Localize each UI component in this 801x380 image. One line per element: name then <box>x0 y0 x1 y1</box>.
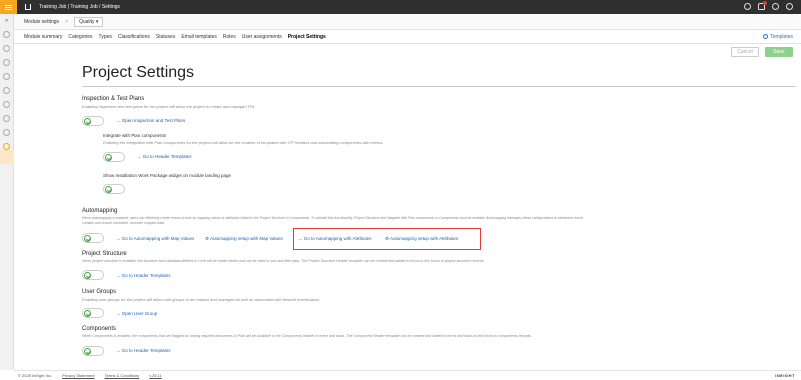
integrate-description: Enabling the integration with Plan compo… <box>103 140 384 145</box>
project-structure-header-templates-link[interactable]: → Go to Header Templates <box>116 273 170 278</box>
toggle-check-icon <box>84 235 91 242</box>
project-structure-description: When project structure is enabled, the s… <box>82 259 485 263</box>
user-avatar-icon[interactable] <box>786 3 793 10</box>
footer: © 2025 InEight Inc. Privacy Statement Te… <box>14 370 801 380</box>
templates-label: Templates <box>770 33 793 40</box>
automapping-toggle[interactable] <box>82 233 104 243</box>
open-itp-link[interactable]: → Open Inspection and Test Plans <box>116 118 185 123</box>
user-groups-description: Enabling user groups for the project wil… <box>82 297 321 302</box>
module-settings-label[interactable]: Module settings <box>24 19 59 25</box>
tab-project-settings[interactable]: Project Settings <box>288 34 326 40</box>
nav-icon-7[interactable] <box>3 115 10 122</box>
integrate-header-templates-link[interactable]: → Go to Header Templates <box>137 154 191 159</box>
quality-dropdown[interactable]: Quality ▾ <box>73 16 104 27</box>
notification-badge <box>763 1 767 5</box>
tab-classifications[interactable]: Classifications <box>118 34 150 40</box>
nav-icon-8[interactable] <box>3 129 10 136</box>
copyright: © 2025 InEight Inc. <box>18 373 53 378</box>
nav-icon-6[interactable] <box>3 101 10 108</box>
templates-link[interactable]: Templates <box>763 34 793 40</box>
top-bar: Training Job | Training Job / Settings <box>0 0 801 14</box>
nav-icon-quality[interactable] <box>3 143 10 150</box>
iwp-heading: Show Installation Work Package widget on… <box>103 173 231 178</box>
tab-categories[interactable]: Categories <box>68 34 92 40</box>
home-icon[interactable] <box>25 4 31 10</box>
project-structure-toggle[interactable] <box>82 270 104 280</box>
toggle-check-icon <box>84 348 91 355</box>
cancel-button[interactable]: Cancel <box>731 47 759 57</box>
help-icon[interactable] <box>744 3 751 10</box>
tab-roles[interactable]: Roles <box>223 34 236 40</box>
tab-module-summary[interactable]: Module summary <box>24 34 62 40</box>
nav-icon-2[interactable] <box>3 45 10 52</box>
toggle-check-icon <box>105 154 112 161</box>
toggle-check-icon <box>84 118 91 125</box>
tab-user-assignments[interactable]: User assignments <box>242 34 282 40</box>
breadcrumb[interactable]: Training Job | Training Job / Settings <box>39 4 120 10</box>
nav-icon-1[interactable] <box>3 31 10 38</box>
automapping-setup-map-values-link[interactable]: ⚙ Automapping setup with Map Values <box>205 236 283 242</box>
toggle-check-icon <box>105 186 112 193</box>
left-sidebar: » <box>0 14 14 370</box>
automapping-heading: Automapping <box>82 208 118 214</box>
components-header-templates-link[interactable]: → Go to Header Templates <box>116 348 170 353</box>
privacy-link[interactable]: Privacy Statement <box>62 373 94 378</box>
quality-label: Quality <box>78 18 95 25</box>
toggle-check-icon <box>84 272 91 279</box>
tab-bar: Module summary Categories Types Classifi… <box>14 30 801 44</box>
expand-sidebar-icon[interactable]: » <box>0 18 13 24</box>
nav-icon-3[interactable] <box>3 59 10 66</box>
highlight-box <box>293 228 481 250</box>
integrate-toggle[interactable] <box>103 152 125 162</box>
settings-icon[interactable] <box>772 3 779 10</box>
terms-link[interactable]: Terms & Conditions <box>105 373 140 378</box>
integrate-heading: Integrate with Plan components <box>103 133 167 138</box>
menu-icon[interactable] <box>0 0 17 14</box>
user-groups-heading: User Groups <box>82 289 117 295</box>
components-toggle[interactable] <box>82 346 104 356</box>
itp-heading: Inspection & Test Plans <box>82 96 145 102</box>
project-structure-heading: Project Structure <box>82 251 127 257</box>
itp-description: Enabling inspection and test plans for t… <box>82 104 256 109</box>
chevron-right-icon: > <box>65 18 68 25</box>
tab-types[interactable]: Types <box>99 34 112 40</box>
itp-toggle[interactable] <box>82 116 104 126</box>
open-user-group-link[interactable]: → Open User Group <box>116 311 157 316</box>
components-heading: Components <box>82 326 117 332</box>
nav-icon-5[interactable] <box>3 87 10 94</box>
components-description: When Components is enabled, the componen… <box>82 334 532 338</box>
nav-icon-4[interactable] <box>3 73 10 80</box>
templates-icon <box>763 34 769 39</box>
tab-email-templates[interactable]: Email templates <box>181 34 217 40</box>
tab-statuses[interactable]: Statuses <box>156 34 175 40</box>
save-button[interactable]: Save <box>765 47 793 57</box>
page-title: Project Settings <box>82 64 195 81</box>
sub-header: Module settings > Quality ▾ <box>14 14 801 30</box>
automapping-description: When automapping is enabled, users can e… <box>82 216 583 220</box>
notification-bell-icon[interactable] <box>758 1 767 10</box>
user-groups-toggle[interactable] <box>82 308 104 318</box>
brand-logo: INEIGHT <box>775 373 795 378</box>
title-divider <box>82 86 796 87</box>
toggle-check-icon <box>84 310 91 317</box>
nav-selected-indicator <box>0 150 14 164</box>
automapping-description-2: creation and ensure consistent, accurate… <box>82 221 165 225</box>
version-link[interactable]: v.25.11 <box>149 373 162 378</box>
iwp-toggle[interactable] <box>103 184 125 194</box>
automapping-map-values-link[interactable]: → Go to Automapping with Map Values <box>116 236 194 241</box>
